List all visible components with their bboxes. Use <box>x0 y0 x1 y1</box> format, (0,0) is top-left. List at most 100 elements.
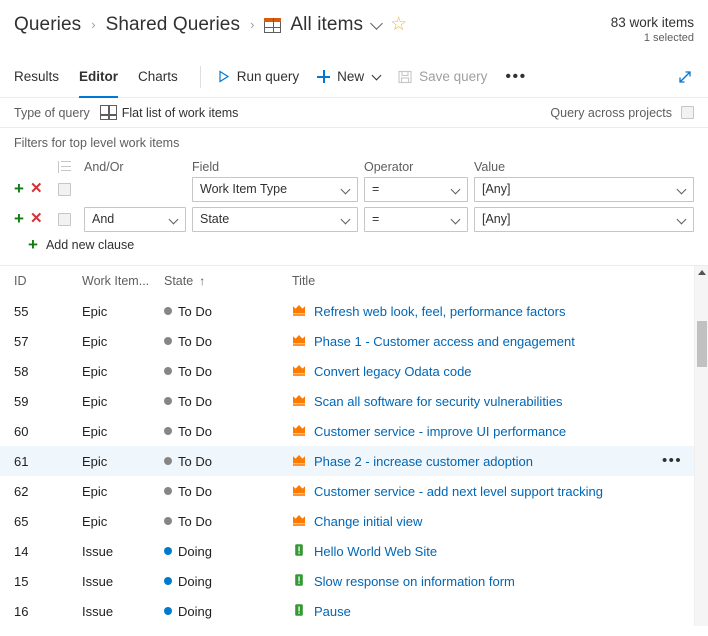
add-clause-icon[interactable]: + <box>14 180 24 197</box>
vertical-scrollbar[interactable] <box>694 266 708 626</box>
row-state-label: To Do <box>178 483 212 499</box>
row-title-link[interactable]: Slow response on information form <box>314 574 515 589</box>
row-work-item-type: Epic <box>82 513 108 529</box>
row-title-link[interactable]: Hello World Web Site <box>314 544 437 559</box>
epic-icon <box>292 303 306 320</box>
row-title-link[interactable]: Pause <box>314 604 351 619</box>
scroll-up-icon[interactable] <box>697 270 706 275</box>
delete-clause-icon[interactable]: ✕ <box>30 181 43 196</box>
epic-icon <box>292 363 306 380</box>
tab-charts[interactable]: Charts <box>138 56 178 98</box>
row-context-menu-button[interactable]: ••• <box>662 453 682 468</box>
clause-checkbox[interactable] <box>58 182 84 196</box>
row-state: Doing <box>164 604 292 619</box>
column-header-work-item-type[interactable]: Work Item... <box>82 274 164 288</box>
clause-checkbox[interactable] <box>58 212 84 226</box>
table-row[interactable]: 62 Epic To Do Customer service - add next l… <box>0 476 708 506</box>
clause-value-dropdown[interactable]: [Any] <box>474 176 694 202</box>
row-work-item-type: Epic <box>82 453 108 469</box>
row-title-link[interactable]: Phase 1 - Customer access and engagement <box>314 334 575 349</box>
row-title: Hello World Web Site <box>292 543 694 560</box>
row-title-link[interactable]: Change initial view <box>314 514 422 529</box>
filter-clause-row: + ✕ And State = [Any] <box>14 206 694 232</box>
breadcrumb-item-queries[interactable]: Queries <box>14 12 81 38</box>
issue-icon <box>292 603 306 620</box>
tab-editor[interactable]: Editor <box>79 56 119 98</box>
add-new-clause-button[interactable]: + Add new clause <box>28 235 694 254</box>
clause-operator-value: = <box>372 212 380 226</box>
star-icon[interactable]: ☆ <box>390 14 407 36</box>
filters-header-row: And/Or Field Operator Value <box>14 158 694 176</box>
tab-results[interactable]: Results <box>14 56 59 98</box>
chevron-down-icon[interactable] <box>370 16 383 30</box>
row-title-link[interactable]: Scan all software for security vulnerabi… <box>314 394 563 409</box>
epic-icon <box>292 453 306 470</box>
clause-operator-dropdown[interactable]: = <box>364 176 474 202</box>
clause-and-or-dropdown[interactable]: And <box>84 206 192 232</box>
column-header-state[interactable]: State ↑ <box>164 274 292 288</box>
table-row[interactable]: 61 Epic To Do Phase 2 - increase customer a… <box>0 446 708 476</box>
row-id: 57 <box>14 333 29 349</box>
clause-operator-dropdown[interactable]: = <box>364 206 474 232</box>
group-clauses-icon[interactable] <box>58 161 84 173</box>
column-header-title[interactable]: Title <box>292 274 694 288</box>
filters-section: Filters for top level work items And/Or … <box>0 128 708 254</box>
grid-icon <box>264 17 282 33</box>
add-clause-icon[interactable]: + <box>14 210 24 227</box>
toolbar-overflow-button[interactable]: ••• <box>505 68 526 84</box>
page-header: Queries › Shared Queries › All items ☆ 8… <box>0 0 708 56</box>
delete-clause-icon[interactable]: ✕ <box>30 211 43 226</box>
query-across-projects-checkbox[interactable] <box>681 106 694 119</box>
save-query-button: Save query <box>398 69 487 84</box>
state-dot-icon <box>164 607 172 615</box>
work-items-count: 83 work items <box>610 15 694 30</box>
row-id: 15 <box>14 573 29 589</box>
scrollbar-thumb[interactable] <box>697 321 707 367</box>
clause-and-or-value: And <box>92 212 115 226</box>
chevron-down-icon[interactable] <box>371 70 382 80</box>
column-header-id[interactable]: ID <box>14 274 82 288</box>
state-dot-icon <box>164 457 172 465</box>
row-id: 60 <box>14 423 29 439</box>
row-title-link[interactable]: Refresh web look, feel, performance fact… <box>314 304 565 319</box>
row-id: 59 <box>14 393 29 409</box>
table-row[interactable]: 55 Epic To Do Refresh web look, feel, perfo… <box>0 296 708 326</box>
table-row[interactable]: 15 Issue Doing Slow response on information… <box>0 566 708 596</box>
table-row[interactable]: 16 Issue Doing Pause <box>0 596 708 626</box>
table-row[interactable]: 59 Epic To Do Scan all software for securit… <box>0 386 708 416</box>
row-title-link[interactable]: Convert legacy Odata code <box>314 364 472 379</box>
breadcrumb-item-all-items[interactable]: All items <box>290 12 363 38</box>
add-clause-icon: + <box>28 235 38 254</box>
table-row[interactable]: 14 Issue Doing Hello World Web Site <box>0 536 708 566</box>
table-row[interactable]: 65 Epic To Do Change initial view <box>0 506 708 536</box>
selected-count: 1 selected <box>643 32 694 44</box>
clause-value-dropdown[interactable]: [Any] <box>474 206 694 232</box>
plus-icon <box>317 70 331 83</box>
table-row[interactable]: 57 Epic To Do Phase 1 - Customer access and… <box>0 326 708 356</box>
table-row[interactable]: 58 Epic To Do Convert legacy Odata code <box>0 356 708 386</box>
state-dot-icon <box>164 517 172 525</box>
filters-header-operator: Operator <box>364 160 414 174</box>
new-button[interactable]: New <box>317 69 382 84</box>
row-title: Customer service - improve UI performanc… <box>292 423 694 440</box>
query-type-value[interactable]: Flat list of work items <box>99 105 238 120</box>
breadcrumb-item-shared-queries[interactable]: Shared Queries <box>106 12 240 38</box>
state-dot-icon <box>164 427 172 435</box>
query-toolbar: Results Editor Charts Run query New Save… <box>0 56 708 98</box>
row-title-link[interactable]: Customer service - add next level suppor… <box>314 484 603 499</box>
table-row[interactable]: 60 Epic To Do Customer service - improve UI… <box>0 416 708 446</box>
clause-field-dropdown[interactable]: State <box>192 206 364 232</box>
row-title-link[interactable]: Customer service - improve UI performanc… <box>314 424 566 439</box>
state-dot-icon <box>164 307 172 315</box>
results-table: ID Work Item... State ↑ Title 55 Epic To D… <box>0 265 708 626</box>
full-screen-icon[interactable] <box>676 68 694 86</box>
run-query-label: Run query <box>236 69 300 84</box>
results-header-row: ID Work Item... State ↑ Title <box>0 266 708 296</box>
epic-icon <box>292 333 306 350</box>
filters-header-value: Value <box>474 160 506 174</box>
clause-field-dropdown[interactable]: Work Item Type <box>192 176 364 202</box>
run-query-button[interactable]: Run query <box>217 69 299 84</box>
row-title-link[interactable]: Phase 2 - increase customer adoption <box>314 454 533 469</box>
clause-buttons: + ✕ <box>14 210 58 227</box>
queries-page: Queries › Shared Queries › All items ☆ 8… <box>0 0 708 636</box>
